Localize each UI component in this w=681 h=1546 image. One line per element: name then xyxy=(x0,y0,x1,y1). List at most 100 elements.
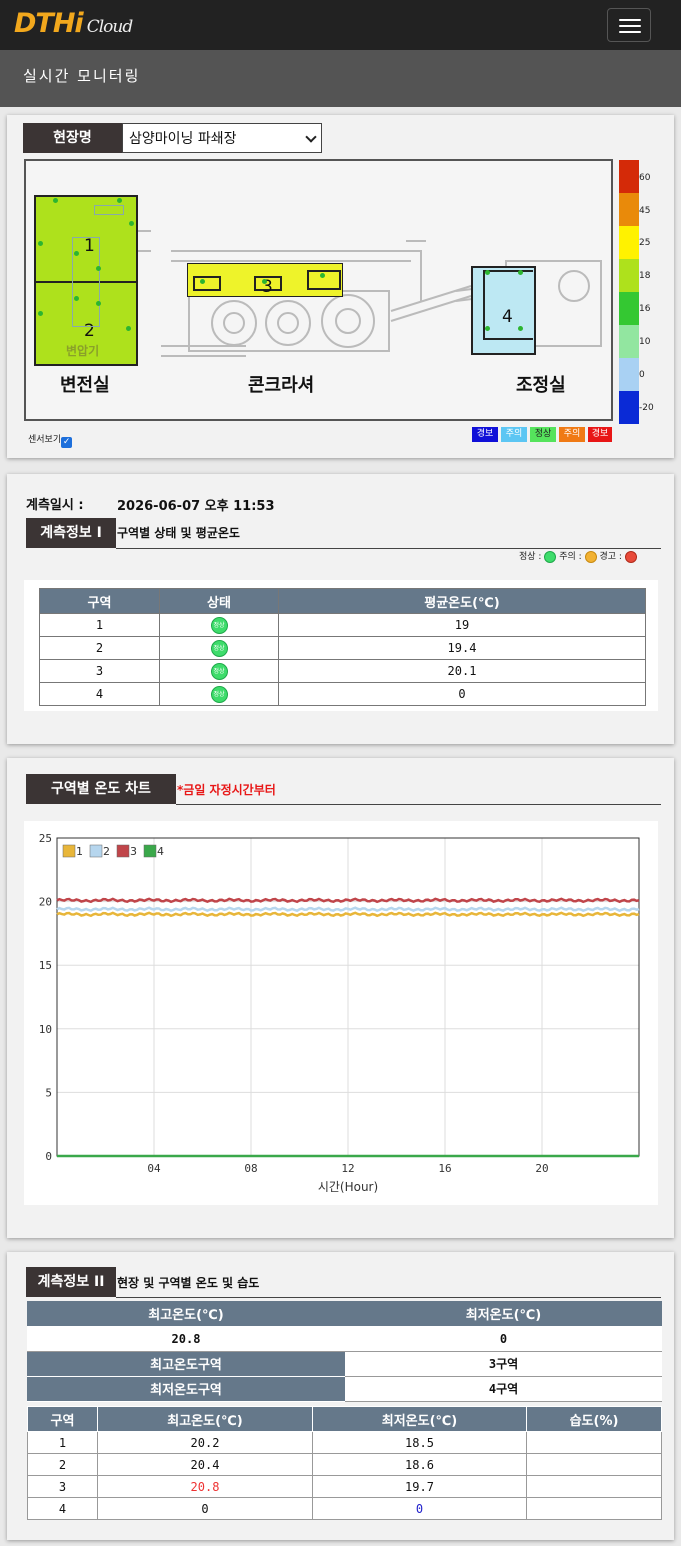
zone-temperature-chart: 051015202504 08 12 16 201 2 3 4시간(Hour) xyxy=(39,832,640,1194)
y-tick-label: 0 xyxy=(45,1150,52,1163)
divider xyxy=(116,1297,661,1298)
legend-swatch-1 xyxy=(62,844,76,858)
col-status: 상태 xyxy=(159,588,279,614)
site-summary-table: 최고온도(℃) 최저온도(℃) 20.8 0 최고온도구역 3구역 최저온도구역… xyxy=(27,1301,662,1402)
cell-zone: 3 xyxy=(39,659,160,683)
cell-max: 20.4 xyxy=(97,1453,313,1476)
scale-label: 60 xyxy=(639,173,651,183)
temperature-color-scale xyxy=(619,160,639,424)
min-temp-header: 최저온도(℃) xyxy=(345,1301,662,1327)
y-tick-label: 20 xyxy=(39,896,52,909)
info2-tag: 계측정보 II xyxy=(26,1267,116,1297)
cell-min-highlight: 0 xyxy=(312,1497,527,1520)
sensor-dot xyxy=(262,279,267,284)
site-select[interactable]: 삼양마이닝 파쇄장 xyxy=(122,123,322,153)
site-floor-map: 1 2 변압기 3 4 변전실 콘크라셔 조정실 xyxy=(24,159,613,421)
col-max: 최고온도(℃) xyxy=(97,1406,313,1432)
cell-zone: 2 xyxy=(27,1453,98,1476)
max-temp-value: 20.8 xyxy=(27,1326,345,1352)
chart-note: *금일 자정시간부터 xyxy=(177,783,276,797)
scale-swatch xyxy=(619,391,639,424)
scale-swatch xyxy=(619,226,639,259)
cell-avg: 20.1 xyxy=(278,659,646,683)
cell-humidity xyxy=(526,1475,662,1498)
x-tick-label: 20 xyxy=(535,1162,548,1175)
cell-status: 정상 xyxy=(159,636,279,660)
sensor-dot xyxy=(126,326,131,331)
cell-max-highlight: 20.8 xyxy=(97,1475,313,1498)
scale-swatch xyxy=(619,325,639,358)
min-zone-header: 최저온도구역 xyxy=(27,1376,345,1402)
cell-avg: 19 xyxy=(278,613,646,637)
info1-tag: 계측정보 I xyxy=(26,518,116,548)
legend-label-1: 1 xyxy=(76,845,83,858)
zone-status-table: 구역 상태 평균온도(℃) 1 정상 19 2 정상 19.4 3 정상 20.… xyxy=(39,588,646,706)
status-normal-icon: 정상 xyxy=(210,685,228,703)
legend-normal: 정상 xyxy=(530,427,556,442)
logo-sub-text: Cloud xyxy=(86,17,134,37)
zone-3-box-a xyxy=(193,276,221,291)
cell-min: 19.7 xyxy=(312,1475,527,1498)
sensor-toggle-label: 센서보기 xyxy=(28,435,62,445)
table-row: 4 정상 0 xyxy=(39,682,646,706)
x-axis-label: 시간(Hour) xyxy=(318,1180,378,1194)
cell-status: 정상 xyxy=(159,659,279,683)
scale-label: 25 xyxy=(639,238,651,248)
divider xyxy=(176,804,661,805)
sensor-toggle[interactable]: 센서보기 ✓ xyxy=(28,432,73,448)
sensor-dot xyxy=(38,311,43,316)
cell-humidity xyxy=(526,1453,662,1476)
scale-swatch xyxy=(619,160,639,193)
sensor-dot xyxy=(96,301,101,306)
scale-label: 10 xyxy=(639,337,651,347)
room-label-substation: 변전실 xyxy=(60,375,110,396)
status-normal-icon xyxy=(544,550,557,563)
room-label-control-room: 조정실 xyxy=(516,375,566,396)
scale-swatch xyxy=(619,358,639,391)
col-zone: 구역 xyxy=(27,1406,98,1432)
legend-label-4: 4 xyxy=(157,845,164,858)
status-normal-icon: 정상 xyxy=(210,662,228,680)
sensor-dot xyxy=(74,251,79,256)
zone-4-label: 4 xyxy=(502,307,513,327)
legend-alarm-high: 경보 xyxy=(588,427,612,442)
sensor-dot xyxy=(485,270,490,275)
datetime-value: 2026-06-07 오후 11:53 xyxy=(117,499,275,514)
table-row: 2 정상 19.4 xyxy=(39,636,646,660)
dthi-cloud-logo[interactable]: DTHi Cloud xyxy=(14,8,134,39)
sensor-dot xyxy=(96,266,101,271)
max-zone-value: 3구역 xyxy=(345,1351,662,1377)
legend-caution-high: 주의 xyxy=(559,427,585,442)
legend-swatch-4 xyxy=(143,844,157,858)
sensor-dot xyxy=(117,198,122,203)
checkbox-checked-icon[interactable]: ✓ xyxy=(61,437,73,448)
sensor-dot xyxy=(518,270,523,275)
sensor-dot xyxy=(485,326,490,331)
cell-status: 정상 xyxy=(159,613,279,637)
col-avg: 평균온도(℃) xyxy=(278,588,646,614)
table-row: 1 20.2 18.5 xyxy=(27,1431,662,1454)
sensor-dot xyxy=(38,241,43,246)
status-normal-icon: 정상 xyxy=(210,639,228,657)
status-normal-icon: 정상 xyxy=(210,616,228,634)
chart-tag: 구역별 온도 차트 xyxy=(26,774,176,804)
site-select-value: 삼양마이닝 파쇄장 xyxy=(129,131,237,147)
cell-max: 20.2 xyxy=(97,1431,313,1454)
y-tick-label: 5 xyxy=(45,1086,52,1099)
scale-label: 0 xyxy=(639,370,645,380)
table-row: 1 정상 19 xyxy=(39,613,646,637)
page-title: 실시간 모니터링 xyxy=(23,67,141,85)
hamburger-menu-icon[interactable] xyxy=(607,8,651,42)
scale-label: 16 xyxy=(639,304,651,314)
scale-swatch xyxy=(619,292,639,325)
x-tick-label: 08 xyxy=(244,1162,257,1175)
col-zone: 구역 xyxy=(39,588,160,614)
sensor-dot xyxy=(129,221,134,226)
legend-label-2: 2 xyxy=(103,845,110,858)
cell-humidity xyxy=(526,1431,662,1454)
zone-4-inner xyxy=(483,270,533,340)
table-row: 3 정상 20.1 xyxy=(39,659,646,683)
legend-label-3: 3 xyxy=(130,845,137,858)
cell-zone: 1 xyxy=(27,1431,98,1454)
cell-min: 18.5 xyxy=(312,1431,527,1454)
